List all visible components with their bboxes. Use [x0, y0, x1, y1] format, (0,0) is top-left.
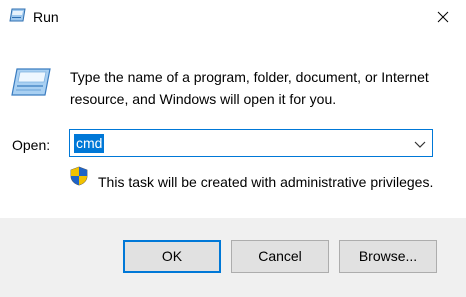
open-input[interactable]: cmd [74, 134, 105, 153]
run-dialog: Run Type the name of a program, folder, … [0, 0, 466, 297]
run-program-icon [11, 68, 51, 96]
admin-privileges-note: This task will be created with administr… [98, 174, 434, 190]
shield-icon [70, 166, 88, 186]
close-button[interactable] [420, 0, 466, 34]
run-icon [9, 8, 26, 22]
cancel-button[interactable]: Cancel [231, 240, 329, 273]
description-text: Type the name of a program, folder, docu… [70, 69, 429, 107]
button-bar: OK Cancel Browse... [0, 218, 466, 297]
close-icon [437, 11, 449, 23]
browse-button[interactable]: Browse... [339, 240, 437, 273]
ok-button[interactable]: OK [123, 240, 221, 273]
open-label: Open: [12, 137, 51, 153]
open-combobox[interactable]: cmd [69, 129, 433, 157]
window-title: Run [33, 9, 59, 25]
chevron-down-icon[interactable] [412, 136, 428, 152]
title-bar: Run [0, 0, 466, 36]
